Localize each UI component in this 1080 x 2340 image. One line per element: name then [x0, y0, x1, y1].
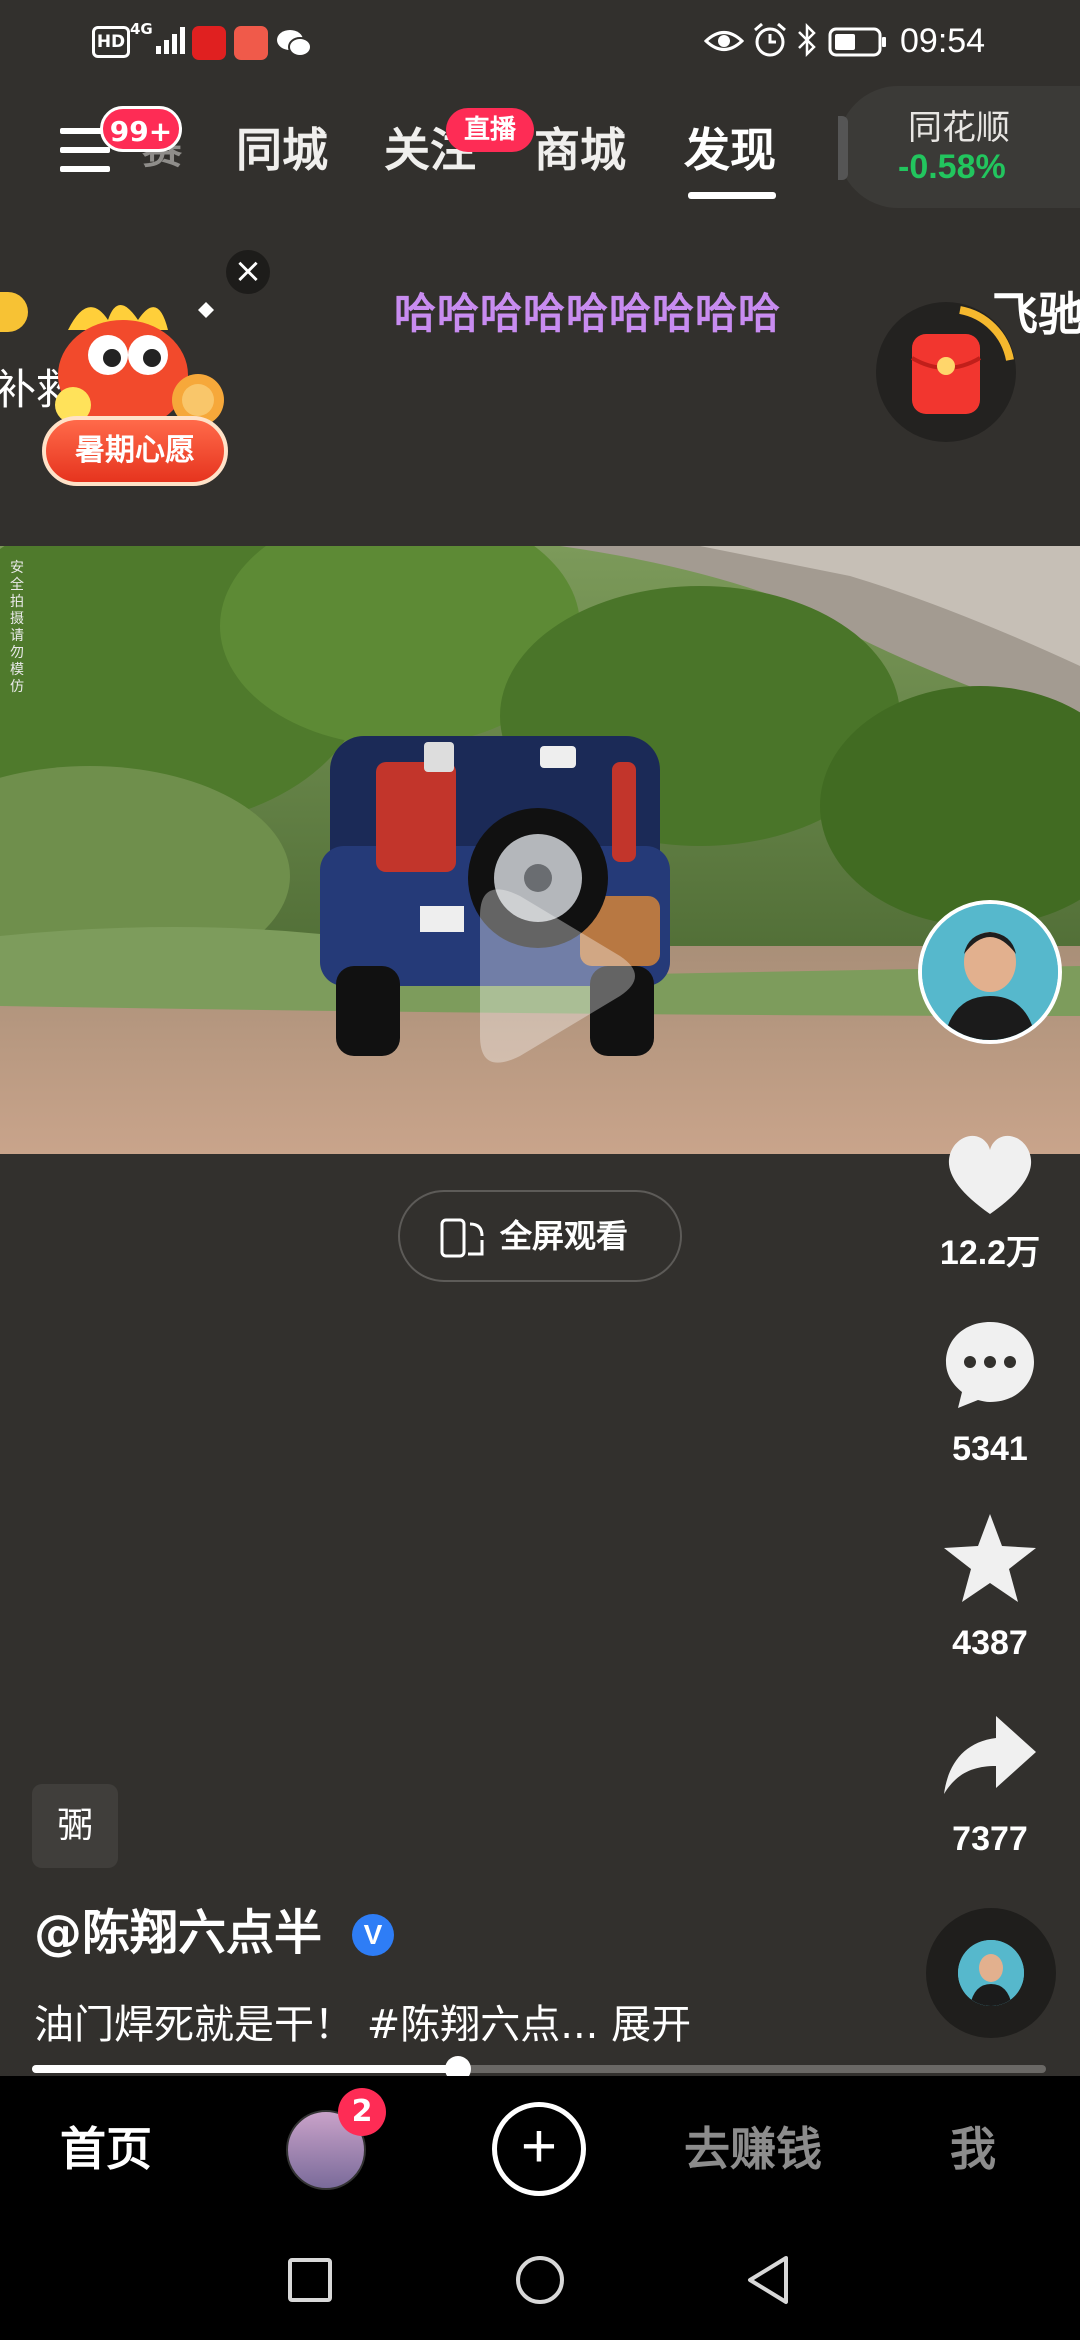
stock-name: 同花顺 [908, 108, 1010, 148]
close-icon[interactable]: × [226, 250, 270, 294]
comment-icon[interactable] [940, 1316, 1040, 1412]
fullscreen-label: 全屏观看 [500, 1217, 629, 1255]
friends-badge: 2 [338, 2088, 386, 2136]
alarm-icon [754, 22, 786, 57]
tab-tongcheng[interactable]: 同城 [236, 118, 328, 182]
clock: 09:54 [900, 22, 986, 60]
app-notification-icon [192, 26, 226, 60]
tab-mall[interactable]: 商城 [534, 118, 626, 182]
verified-icon: V [352, 1914, 394, 1956]
share-arrow-icon[interactable] [940, 1708, 1040, 1804]
menu-badge: 99+ [100, 106, 182, 152]
like-heart-icon[interactable] [940, 1126, 1040, 1222]
like-count: 12.2万 [939, 1234, 1041, 1272]
author-name[interactable]: @陈翔六点半 [34, 1900, 322, 1966]
video-caption[interactable]: 油门焊死就是干！ #陈翔六点... 展开 [34, 1998, 691, 2052]
red-packet-icon[interactable] [874, 300, 1018, 444]
fullscreen-button[interactable]: 全屏观看 [398, 1190, 682, 1282]
stock-widget[interactable]: 同花顺 -0.58% [838, 86, 1080, 208]
nav-home[interactable]: 首页 [60, 2118, 152, 2180]
bluetooth-icon [798, 22, 816, 58]
network-type: 4G [130, 20, 153, 38]
author-avatar[interactable] [918, 900, 1062, 1044]
avatar-portrait-icon [922, 904, 1058, 1040]
tab-discover[interactable]: 发现 [684, 118, 776, 182]
music-disc-icon[interactable] [926, 1908, 1056, 2038]
progress-fill [32, 2065, 458, 2073]
battery-icon [828, 27, 886, 57]
video-player[interactable] [0, 546, 1080, 1154]
live-badge: 直播 [446, 108, 534, 152]
share-count: 7377 [952, 1820, 1028, 1858]
home-icon[interactable] [510, 2250, 570, 2310]
comment-count: 5341 [952, 1430, 1028, 1468]
wechat-icon [277, 30, 312, 57]
back-icon[interactable] [740, 2250, 800, 2310]
active-tab-indicator [688, 192, 776, 199]
nav-me[interactable]: 我 [950, 2118, 996, 2180]
hd-indicator: HD [92, 26, 130, 58]
signal-icon [156, 27, 185, 54]
safety-watermark: 安全拍摄 请勿模仿 [10, 560, 24, 695]
status-bar: HD 4G 09:54 [0, 0, 1080, 84]
summer-wish-button[interactable]: 暑期心愿 [42, 416, 228, 486]
favorite-star-icon[interactable] [940, 1510, 1040, 1606]
stock-change: -0.58% [898, 148, 1006, 186]
topic-chip[interactable]: 弻 [32, 1784, 118, 1868]
eye-icon [704, 31, 744, 51]
favorite-count: 4387 [952, 1624, 1028, 1662]
laugh-emoji-icon [0, 292, 28, 332]
nav-earn[interactable]: 去赚钱 [684, 2118, 822, 2180]
create-button[interactable]: + [492, 2102, 586, 2196]
danmu-comment: 哈哈哈哈哈哈哈哈哈 [394, 289, 782, 338]
huawei-notification-icon [234, 26, 268, 60]
recents-icon[interactable] [280, 2250, 340, 2310]
rotate-screen-icon [440, 1218, 484, 1258]
